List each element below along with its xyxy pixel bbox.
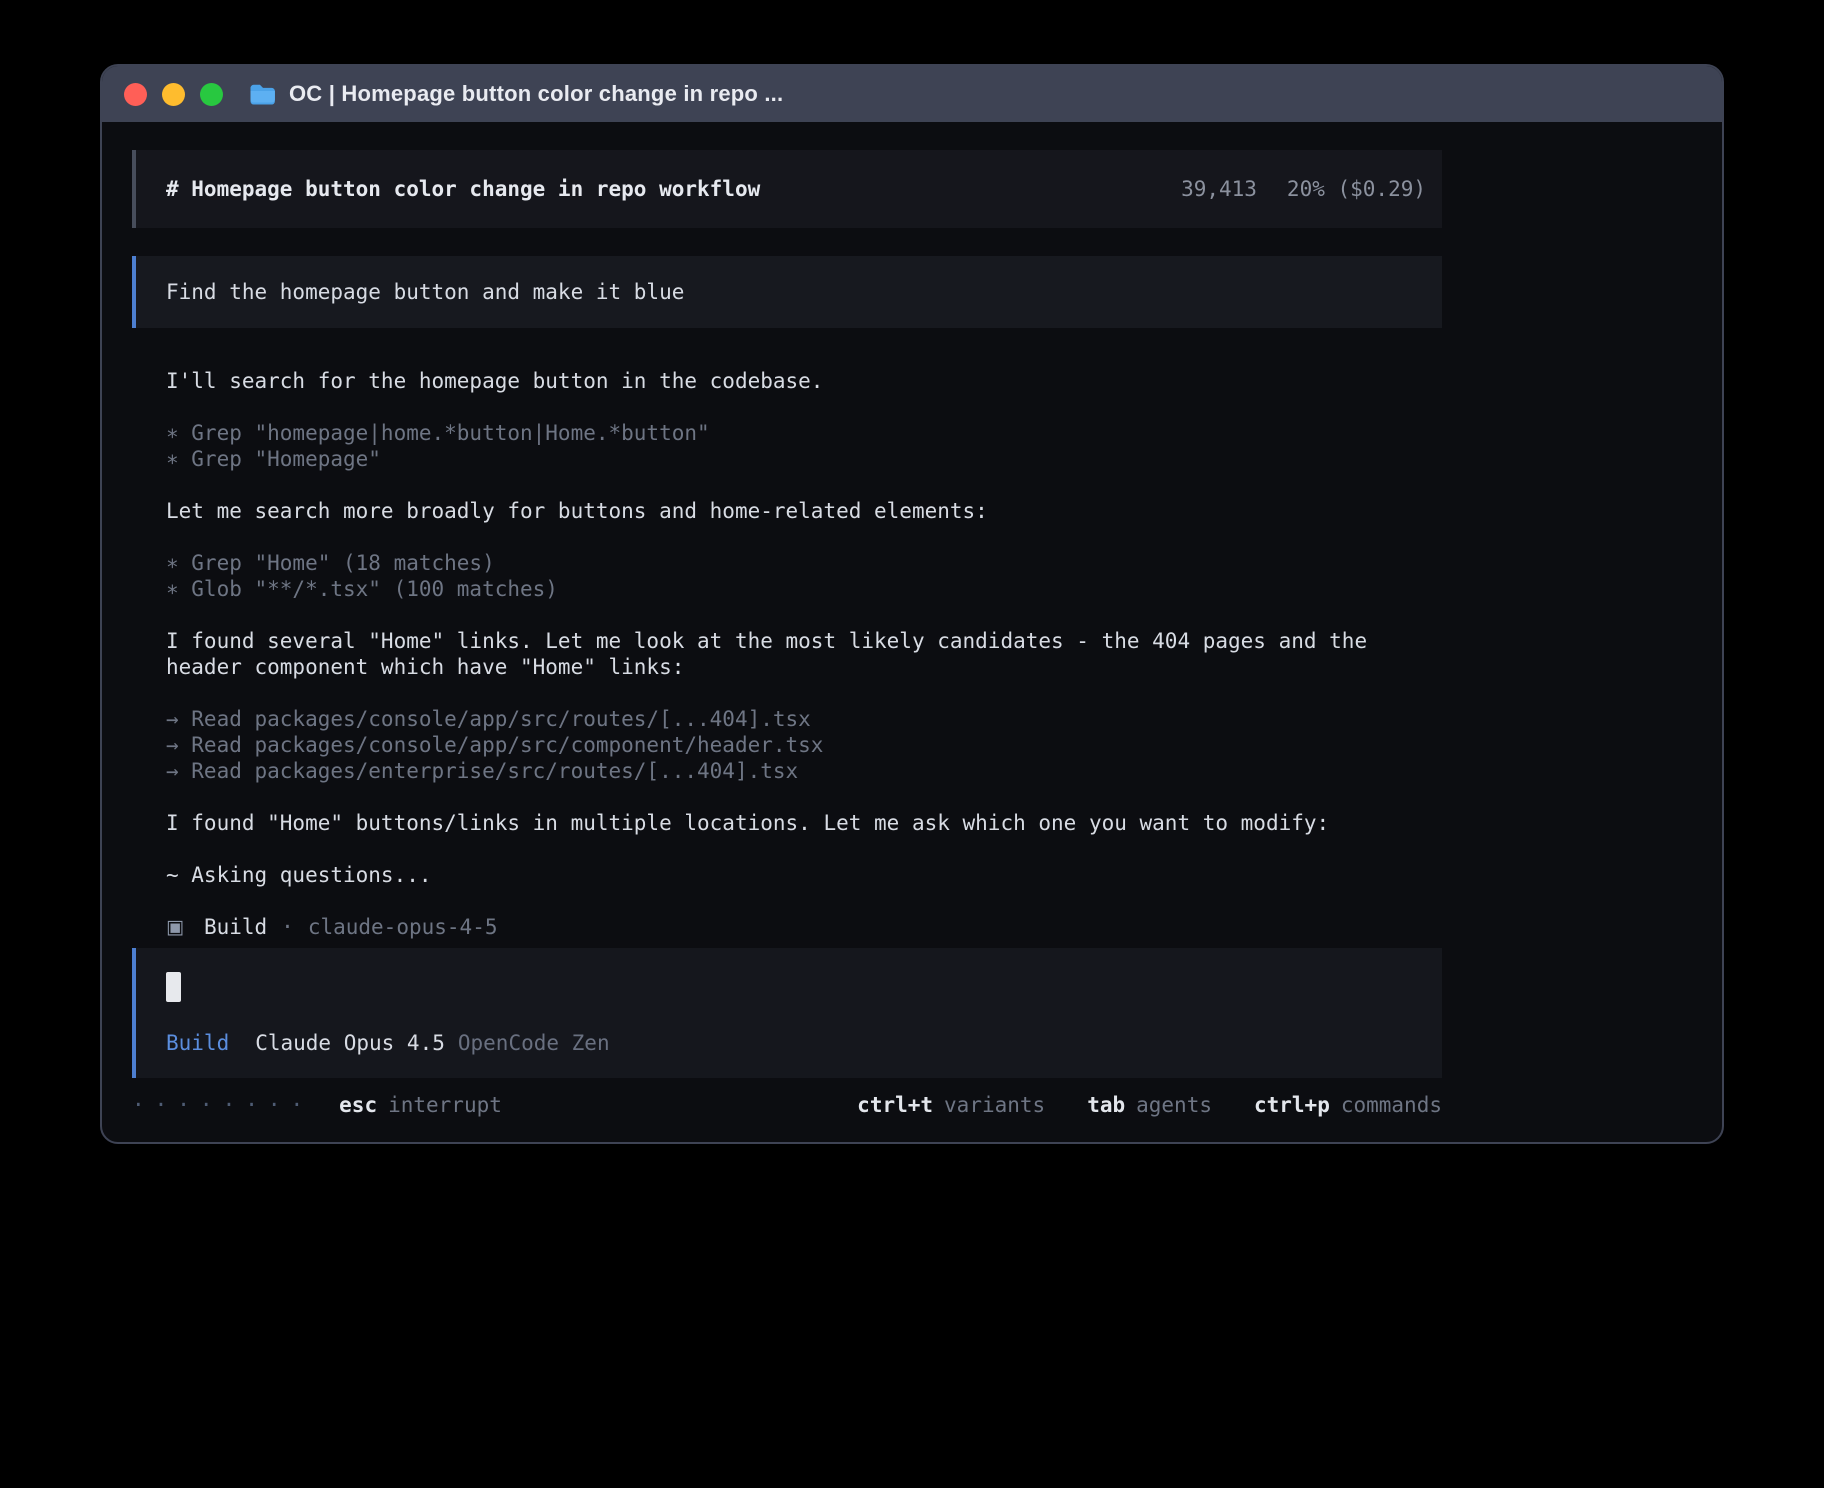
shortcut-hints: ctrl+t variants tab agents ctrl+p commands — [857, 1092, 1442, 1118]
tool-call-line: → Read packages/console/app/src/componen… — [166, 732, 1406, 758]
window-title: OC | Homepage button color change in rep… — [289, 81, 783, 107]
shortcut-label: commands — [1341, 1092, 1442, 1118]
input-status-line: Build Claude Opus 4.5 OpenCode Zen — [166, 1030, 1442, 1056]
agent-model: claude-opus-4-5 — [308, 914, 498, 940]
assistant-text: I'll search for the homepage button in t… — [166, 368, 1406, 394]
agent-status-line: ▣ Build · claude-opus-4-5 — [166, 914, 1442, 940]
esc-hint: esc interrupt — [339, 1092, 502, 1118]
shortcut-key: ctrl+t — [857, 1092, 933, 1118]
shortcut-variants: ctrl+t variants — [857, 1092, 1045, 1118]
tool-call-line: → Read packages/console/app/src/routes/[… — [166, 706, 1406, 732]
shortcut-commands: ctrl+p commands — [1254, 1092, 1442, 1118]
tool-call-line: ∗ Grep "Home" (18 matches) — [166, 550, 1406, 576]
separator-dot: · — [281, 914, 294, 940]
session-header: # Homepage button color change in repo w… — [132, 150, 1442, 228]
tool-call-group: ∗ Grep "Home" (18 matches) ∗ Glob "**/*.… — [166, 550, 1406, 602]
esc-label: interrupt — [388, 1093, 502, 1117]
window-controls — [124, 83, 223, 106]
terminal-window: OC | Homepage button color change in rep… — [100, 64, 1724, 1144]
minimize-button[interactable] — [162, 83, 185, 106]
agent-icon: ▣ — [166, 914, 184, 940]
user-message: Find the homepage button and make it blu… — [132, 256, 1442, 328]
context-cost: 20% ($0.29) — [1287, 176, 1426, 202]
shortcut-label: variants — [944, 1092, 1045, 1118]
tool-call-line: ∗ Grep "homepage|home.*button|Home.*butt… — [166, 420, 1406, 446]
provider-name: OpenCode Zen — [458, 1030, 610, 1056]
token-count: 39,413 — [1181, 176, 1257, 202]
tool-call-group: ∗ Grep "homepage|home.*button|Home.*butt… — [166, 420, 1406, 472]
close-button[interactable] — [124, 83, 147, 106]
folder-icon — [249, 83, 276, 106]
tool-call-line: ∗ Grep "Homepage" — [166, 446, 1406, 472]
prompt-input[interactable]: Build Claude Opus 4.5 OpenCode Zen — [132, 948, 1442, 1078]
shortcut-agents: tab agents — [1087, 1092, 1212, 1118]
shortcut-key: ctrl+p — [1254, 1092, 1330, 1118]
assistant-text: I found several "Home" links. Let me loo… — [166, 628, 1406, 680]
zoom-button[interactable] — [200, 83, 223, 106]
tool-call-line: → Read packages/enterprise/src/routes/[.… — [166, 758, 1406, 784]
session-title: # Homepage button color change in repo w… — [166, 176, 760, 202]
text-cursor — [166, 972, 181, 1002]
progress-dots: ········ — [132, 1092, 313, 1118]
tool-call-line: ∗ Glob "**/*.tsx" (100 matches) — [166, 576, 1406, 602]
user-message-text: Find the homepage button and make it blu… — [166, 279, 684, 305]
agent-name: Build — [204, 914, 267, 940]
assistant-text: Let me search more broadly for buttons a… — [166, 498, 1406, 524]
esc-key: esc — [339, 1093, 377, 1117]
shortcut-label: agents — [1136, 1092, 1212, 1118]
conversation: I'll search for the homepage button in t… — [132, 368, 1442, 940]
tool-call-group: → Read packages/console/app/src/routes/[… — [166, 706, 1406, 784]
mode-indicator: Build — [166, 1030, 229, 1056]
shortcut-key: tab — [1087, 1092, 1125, 1118]
assistant-status-text: ~ Asking questions... — [166, 862, 1406, 888]
status-bar: ········ esc interrupt ctrl+t variants tab… — [132, 1092, 1442, 1118]
assistant-text: I found "Home" buttons/links in multiple… — [166, 810, 1406, 836]
titlebar: OC | Homepage button color change in rep… — [102, 66, 1722, 122]
model-name: Claude Opus 4.5 — [255, 1030, 445, 1056]
